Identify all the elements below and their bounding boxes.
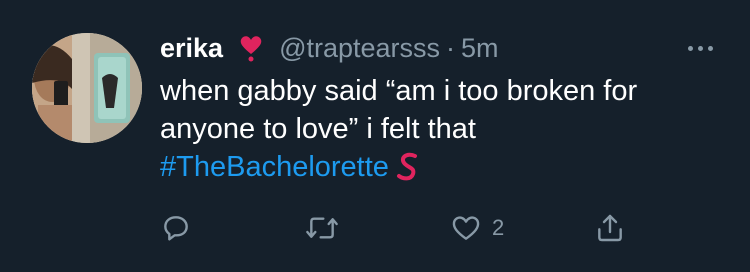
tweet-card[interactable]: erika @traptearsss · 5m when gabby said …: [0, 0, 750, 272]
timestamp[interactable]: 5m: [461, 33, 499, 64]
more-options-icon[interactable]: [680, 38, 720, 58]
bachelorette-hashflag-icon: [395, 152, 421, 182]
share-icon: [598, 214, 622, 242]
avatar-photo: [32, 33, 142, 143]
hashtag-line: #TheBachelorette: [160, 148, 730, 186]
reply-icon: [164, 216, 188, 241]
share-button[interactable]: [594, 208, 636, 248]
separator-dot: ·: [446, 32, 456, 63]
user-handle[interactable]: @traptearsss: [279, 33, 440, 64]
heart-icon: [452, 216, 480, 240]
tweet-text-line-1: when gabby said “am i too broken for: [160, 75, 638, 107]
tweet-text-line-2: anyone to love” i felt that: [160, 113, 476, 145]
heart-exclamation-icon: [237, 34, 265, 62]
hashtag-link[interactable]: #TheBachelorette: [160, 151, 389, 183]
reply-button[interactable]: [160, 208, 202, 248]
avatar[interactable]: [32, 33, 142, 143]
retweet-button[interactable]: [304, 208, 350, 248]
display-name[interactable]: erika: [160, 33, 223, 64]
tweet-actions: 2: [0, 208, 750, 248]
like-count: 2: [492, 215, 505, 240]
like-button[interactable]: 2: [450, 208, 504, 248]
tweet-header: erika @traptearsss · 5m: [160, 30, 499, 66]
retweet-icon: [306, 217, 338, 239]
tweet-text: when gabby said “am i too broken for any…: [160, 72, 730, 186]
